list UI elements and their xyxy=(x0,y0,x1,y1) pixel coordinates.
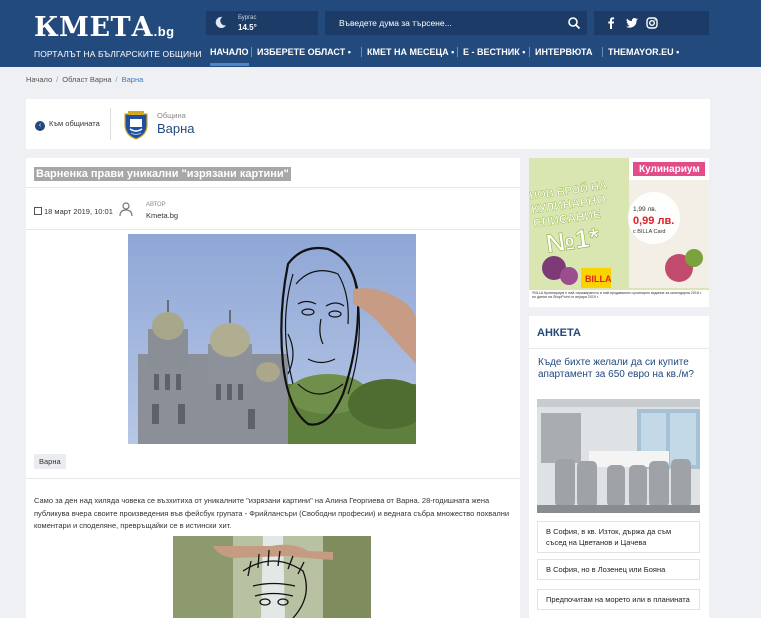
nav-item-e-newspaper[interactable]: Е - ВЕСТНИК • xyxy=(463,44,525,66)
search-icon[interactable] xyxy=(567,16,581,30)
nav-divider xyxy=(251,47,252,57)
chevron-left-icon: ‹ xyxy=(35,121,45,131)
moon-icon xyxy=(215,16,227,28)
article-second-image[interactable] xyxy=(173,536,371,618)
poll-heading: АНКЕТА xyxy=(537,327,581,339)
author-name[interactable]: Kmeta.bg xyxy=(146,211,178,220)
search-box xyxy=(325,11,587,35)
back-to-municipality-link[interactable]: ‹ Към общината xyxy=(35,119,100,131)
divider xyxy=(26,229,520,230)
ad-price-new: 0,99 лв. xyxy=(633,215,674,227)
article-tag[interactable]: Варна xyxy=(34,454,66,469)
breadcrumb-current[interactable]: Варна xyxy=(122,75,144,84)
ad-brand: BILLA xyxy=(585,274,612,284)
weather-temp: 14.5° xyxy=(238,23,257,32)
poll-widget: АНКЕТА Къде бихте желали да си купите ап… xyxy=(529,316,709,618)
municipality-label: Община xyxy=(157,111,186,120)
ad-magazine-name: Кулинариум xyxy=(639,164,700,175)
article-date-text: 18 март 2019, 10:01 xyxy=(44,207,113,216)
varna-coat-of-arms[interactable] xyxy=(122,110,150,140)
nav-divider xyxy=(602,47,603,57)
article-date: 18 март 2019, 10:01 xyxy=(34,207,113,216)
social-links xyxy=(594,11,709,35)
site-tagline: ПОРТАЛЪТ НА БЪЛГАРСКИТЕ ОБЩИНИ xyxy=(34,49,202,59)
article: Варненка прави уникални "изрязани картин… xyxy=(26,158,520,618)
site-logo[interactable]: КМЕТА.bg ПОРТАЛЪТ НА БЪЛГАРСКИТЕ ОБЩИНИ xyxy=(34,14,202,60)
nav-divider xyxy=(457,47,458,57)
search-input[interactable] xyxy=(325,11,561,35)
municipality-name[interactable]: Варна xyxy=(157,121,195,136)
advertisement-banner[interactable]: Кулинариум 1,99 лв. 0,99 лв. с BILLA Car… xyxy=(529,158,709,307)
logo-text: КМЕТА xyxy=(34,12,154,43)
divider xyxy=(110,108,111,140)
weather-city: Бургас xyxy=(238,15,257,21)
ad-price-note: с BILLA Card xyxy=(633,229,665,235)
site-header: КМЕТА.bg ПОРТАЛЪТ НА БЪЛГАРСКИТЕ ОБЩИНИ … xyxy=(0,0,761,67)
nav-divider xyxy=(361,47,362,57)
divider xyxy=(26,187,520,188)
article-body: Само за ден над хиляда човека се възхити… xyxy=(34,496,510,530)
divider xyxy=(529,348,709,349)
breadcrumb-home[interactable]: Начало xyxy=(26,75,52,84)
breadcrumb: Начало / Област Варна / Варна xyxy=(26,75,144,84)
poll-question: Къде бихте желали да си купите апартамен… xyxy=(538,357,694,380)
divider xyxy=(26,478,520,479)
facebook-icon[interactable] xyxy=(604,16,618,30)
article-title: Варненка прави уникални "изрязани картин… xyxy=(34,167,291,181)
ad-price-old: 1,99 лв. xyxy=(633,206,657,213)
nav-item-region[interactable]: ИЗБЕРЕТЕ ОБЛАСТ • xyxy=(257,44,351,66)
nav-item-themayor[interactable]: THEMAYOR.EU • xyxy=(608,44,679,66)
nav-item-mayor-of-month[interactable]: КМЕТ НА МЕСЕЦА • xyxy=(367,44,454,66)
article-main-image[interactable] xyxy=(128,234,416,444)
back-label: Към общината xyxy=(49,119,100,128)
nav-item-home[interactable]: НАЧАЛО xyxy=(210,44,249,66)
calendar-icon xyxy=(34,207,42,215)
nav-divider xyxy=(529,47,530,57)
poll-option[interactable]: В София, но в Лозенец или Бояна xyxy=(537,559,700,580)
breadcrumb-region[interactable]: Област Варна xyxy=(62,75,111,84)
poll-option[interactable]: Предпочитам на морето или в планината xyxy=(537,589,700,610)
nav-item-interviews[interactable]: ИНТЕРВЮТА xyxy=(535,44,592,66)
municipality-box: ‹ Към общината Община Варна xyxy=(26,99,710,149)
weather-widget: Бургас 14.5° xyxy=(206,11,318,35)
poll-image xyxy=(537,399,700,513)
user-icon xyxy=(119,202,133,217)
logo-domain: .bg xyxy=(153,24,175,39)
author-label: АВТОР xyxy=(146,202,166,208)
poll-option[interactable]: В София, в кв. Изток, държа да съм съсед… xyxy=(537,521,700,553)
twitter-icon[interactable] xyxy=(625,16,639,30)
instagram-icon[interactable] xyxy=(645,16,659,30)
ad-footnote: *BILLA Кулинариум е най-тиражираното и н… xyxy=(532,291,702,300)
